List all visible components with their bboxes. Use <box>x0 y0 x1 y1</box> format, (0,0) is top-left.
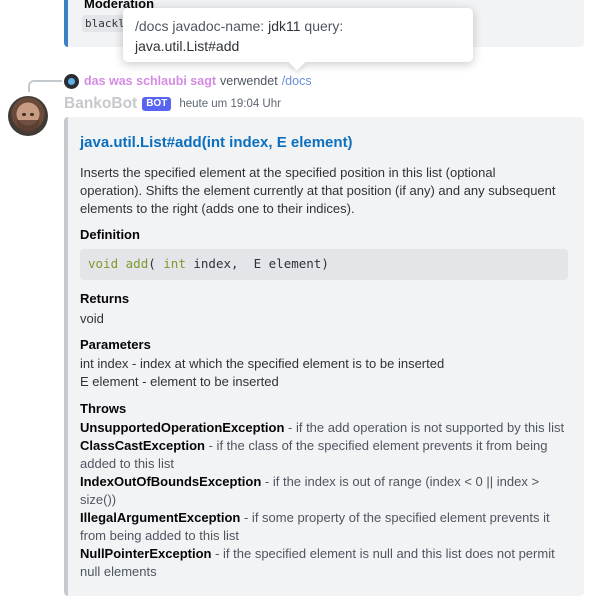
exception-name: UnsupportedOperationException <box>80 420 285 435</box>
reply-spine <box>28 80 62 92</box>
exception-text: - if the add operation is not supported … <box>284 420 565 435</box>
code-param-type: int <box>163 256 186 271</box>
command-tooltip: /docs javadoc-name: jdk11 query: java.ut… <box>123 8 473 71</box>
tooltip-option2-name: query: <box>304 18 344 34</box>
parameter-item: E element - element to be inserted <box>80 374 279 389</box>
avatar-eye-right <box>30 113 34 116</box>
reply-action-text: verwendet <box>220 74 278 88</box>
code-return-type: void <box>88 256 119 271</box>
throws-item: IndexOutOfBoundsException - if the index… <box>80 473 565 509</box>
reply-command[interactable]: /docs <box>282 74 312 88</box>
tooltip-option2-value: java.util.List#add <box>135 38 240 54</box>
embed-description: Inserts the specified element at the spe… <box>80 165 556 216</box>
bot-badge: BOT <box>142 97 172 111</box>
definition-code-block: void add( int index, E element) <box>80 249 568 280</box>
message-timestamp: heute um 19:04 Uhr <box>179 98 281 110</box>
throws-list: UnsupportedOperationException - if the a… <box>80 419 565 581</box>
exception-name: ClassCastException <box>80 438 205 453</box>
avatar[interactable] <box>8 96 48 136</box>
code-open-paren: ( <box>148 256 164 271</box>
parameters-list: int index - index at which the specified… <box>80 355 565 391</box>
returns-label: Returns <box>80 291 130 306</box>
tooltip-command: /docs <box>135 18 169 34</box>
throws-item: NullPointerException - if the specified … <box>80 545 565 581</box>
avatar-eye-left <box>22 113 26 116</box>
previous-field-value: blackl <box>82 15 128 32</box>
bot-username[interactable]: BankoBot <box>64 95 137 113</box>
docs-embed: java.util.List#add(int index, E element)… <box>64 117 584 596</box>
throws-label: Throws <box>80 401 127 416</box>
returns-value: void <box>80 311 104 326</box>
tooltip-option1-name: javadoc-name: <box>172 18 265 34</box>
message-header: BankoBot BOT heute um 19:04 Uhr <box>64 94 281 114</box>
throws-item: UnsupportedOperationException - if the a… <box>80 419 565 437</box>
reply-reference[interactable]: das was schlaubi sagt verwendet /docs <box>64 72 312 90</box>
exception-name: NullPointerException <box>80 546 212 561</box>
code-rest: index, E element) <box>185 256 329 271</box>
exception-name: IndexOutOfBoundsException <box>80 474 262 489</box>
avatar-beard <box>17 120 39 133</box>
definition-label: Definition <box>80 227 140 242</box>
throws-item: ClassCastException - if the class of the… <box>80 437 565 473</box>
reply-avatar[interactable] <box>64 73 79 89</box>
throws-item: IllegalArgumentException - if some prope… <box>80 509 565 545</box>
reply-username[interactable]: das was schlaubi sagt <box>84 74 216 88</box>
tooltip-text: /docs javadoc-name: jdk11 query: java.ut… <box>135 16 461 56</box>
tooltip-option1-value: jdk11 <box>268 18 301 34</box>
parameter-item: int index - index at which the specified… <box>80 356 445 371</box>
embed-title[interactable]: java.util.List#add(int index, E element) <box>80 134 353 151</box>
exception-name: IllegalArgumentException <box>80 510 241 525</box>
code-method-name: add <box>125 256 149 271</box>
parameters-label: Parameters <box>80 337 151 352</box>
